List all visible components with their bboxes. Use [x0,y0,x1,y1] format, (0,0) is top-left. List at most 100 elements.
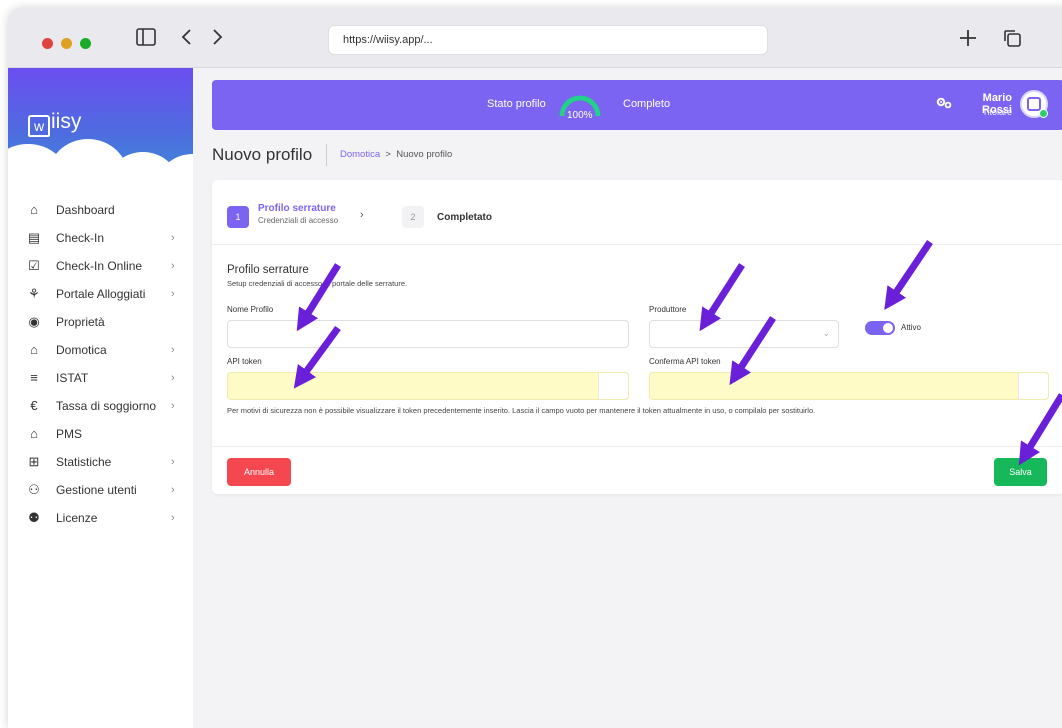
sidebar-item-domotica[interactable]: ⌂ Domotica › [8,336,193,364]
manufacturer-label: Produttore [649,305,687,314]
bar-chart-icon: ≡ [30,370,38,385]
chevron-right-icon: › [171,400,175,412]
sidebar-toggle-icon[interactable] [136,28,156,50]
sidebar-item-gestione-utenti[interactable]: ⚇ Gestione utenti › [8,476,193,504]
url-bar[interactable]: https://wiisy.app/... [328,25,768,55]
page-title: Nuovo profilo [212,145,313,164]
api-token-input[interactable] [227,372,629,400]
profile-status-label: Stato profilo [487,98,546,110]
user-license-icon: ⚉ [28,510,40,525]
home-icon: ⌂ [30,202,38,217]
sidebar-item-tassa-di-soggiorno[interactable]: € Tassa di soggiorno › [8,392,193,420]
chevron-right-icon: › [171,372,175,384]
sidebar-item-label: Portale Alloggiati [56,287,146,301]
sidebar-item-label: Gestione utenti [56,483,137,497]
app-logo[interactable]: w iisy [28,110,81,137]
new-tab-icon[interactable] [958,28,978,52]
sidebar: w iisy ⌂ Dashboard ▤ Check-In › ☑ Check-In Onli… [8,68,193,728]
sidebar-item-label: Tassa di soggiorno [56,399,157,413]
confirm-api-token-label: Conferma API token [649,357,721,366]
breadcrumb: Domotica > Nuovo profilo [340,149,452,160]
chevron-right-icon: › [171,456,175,468]
browser-toolbar: https://wiisy.app/... [8,8,1062,68]
smart-home-icon: ⌂ [30,342,38,357]
sidebar-item-label: Licenze [56,511,98,525]
toggle-knob [883,323,893,333]
sidebar-item-portale-alloggiati[interactable]: ⚘ Portale Alloggiati › [8,280,193,308]
maximize-window-icon[interactable] [80,38,91,49]
profile-completion-value: 100% [567,110,593,121]
sidebar-item-label: Check-In [56,231,105,245]
sidebar-item-statistiche[interactable]: ⊞ Statistiche › [8,448,193,476]
sidebar-item-pms[interactable]: ⌂ PMS [8,420,193,448]
forward-icon[interactable] [212,28,224,50]
step-chevron-icon: › [360,209,364,221]
sidebar-item-label: Proprietà [56,315,105,329]
chevron-right-icon: › [171,512,175,524]
profile-status-bar: Stato profilo 100% Completo Mario Rossi … [212,80,1062,130]
sidebar-item-label: Check-In Online [56,259,143,273]
sidebar-item-check-in-online[interactable]: ☑ Check-In Online › [8,252,193,280]
book-icon: ▤ [27,230,41,245]
sidebar-header: w iisy [8,68,193,180]
minimize-window-icon[interactable] [61,38,72,49]
sidebar-item-label: Domotica [56,343,107,357]
profile-name-input[interactable] [227,320,629,348]
sidebar-item-check-in[interactable]: ▤ Check-In › [8,224,193,252]
step-1-title[interactable]: Profilo serrature [258,203,336,214]
location-pin-icon: ◉ [28,314,40,329]
browser-window: https://wiisy.app/... w iisy ⌂ Dashboard ▤ C… [8,8,1062,728]
confirm-api-token-addon[interactable] [1018,373,1048,399]
chevron-right-icon: › [171,260,175,272]
breadcrumb-link-domotica[interactable]: Domotica [340,149,380,160]
chevron-right-icon: › [171,232,175,244]
tabs-icon[interactable] [1002,28,1022,52]
security-help-text: Per motivi di sicurezza non è possibile … [227,406,816,415]
euro-icon: € [30,398,38,413]
back-icon[interactable] [180,28,192,50]
breadcrumb-current: Nuovo profilo [396,149,453,160]
confirm-api-token-input[interactable] [649,372,1049,400]
sidebar-item-label: Dashboard [56,203,115,217]
sidebar-item-dashboard[interactable]: ⌂ Dashboard [8,196,193,224]
step-2-number[interactable]: 2 [402,206,424,228]
sidebar-menu: ⌂ Dashboard ▤ Check-In › ☑ Check-In Online › ⚘ Po… [8,196,193,532]
settings-gears-icon[interactable] [935,96,953,113]
cancel-button[interactable]: Annulla [227,458,291,486]
api-token-addon[interactable] [598,373,628,399]
sidebar-item-istat[interactable]: ≡ ISTAT › [8,364,193,392]
form-card: 1 Profilo serrature Credenziali di acces… [212,180,1062,494]
section-title: Profilo serrature [227,264,309,276]
sidebar-item-label: PMS [56,427,83,441]
step-1-number[interactable]: 1 [227,206,249,228]
save-button[interactable]: Salva [994,458,1047,486]
profile-name-label: Nome Profilo [227,305,274,314]
sidebar-item-label: Statistiche [56,455,112,469]
step-2-title[interactable]: Completato [437,212,492,223]
user-role: Titolare [982,107,1012,117]
logo-mark-icon: w [28,115,50,137]
active-toggle-label: Attivo [901,323,922,332]
breadcrumb-separator: > [385,149,391,160]
chevron-right-icon: › [171,288,175,300]
logo-text: iisy [51,110,82,133]
users-icon: ⚇ [28,482,40,497]
sidebar-item-propriet[interactable]: ◉ Proprietà [8,308,193,336]
chevron-down-icon: ⌄ [822,328,830,338]
chevron-right-icon: › [171,344,175,356]
close-window-icon[interactable] [42,38,53,49]
sidebar-item-licenze[interactable]: ⚉ Licenze › [8,504,193,532]
manufacturer-select[interactable]: ⌄ [649,320,839,348]
chevron-right-icon: › [171,484,175,496]
divider [212,446,1062,447]
api-token-label: API token [227,357,262,366]
avatar[interactable] [1020,90,1048,118]
calendar-check-icon: ☑ [28,258,40,273]
active-toggle[interactable] [865,321,895,335]
step-1-subtitle: Credenziali di accesso [258,216,339,225]
table-icon: ⊞ [28,454,40,469]
map-users-icon: ⚘ [28,286,40,301]
title-divider [326,144,327,166]
online-status-icon [1039,109,1048,118]
avatar-logo-icon [1027,97,1041,111]
